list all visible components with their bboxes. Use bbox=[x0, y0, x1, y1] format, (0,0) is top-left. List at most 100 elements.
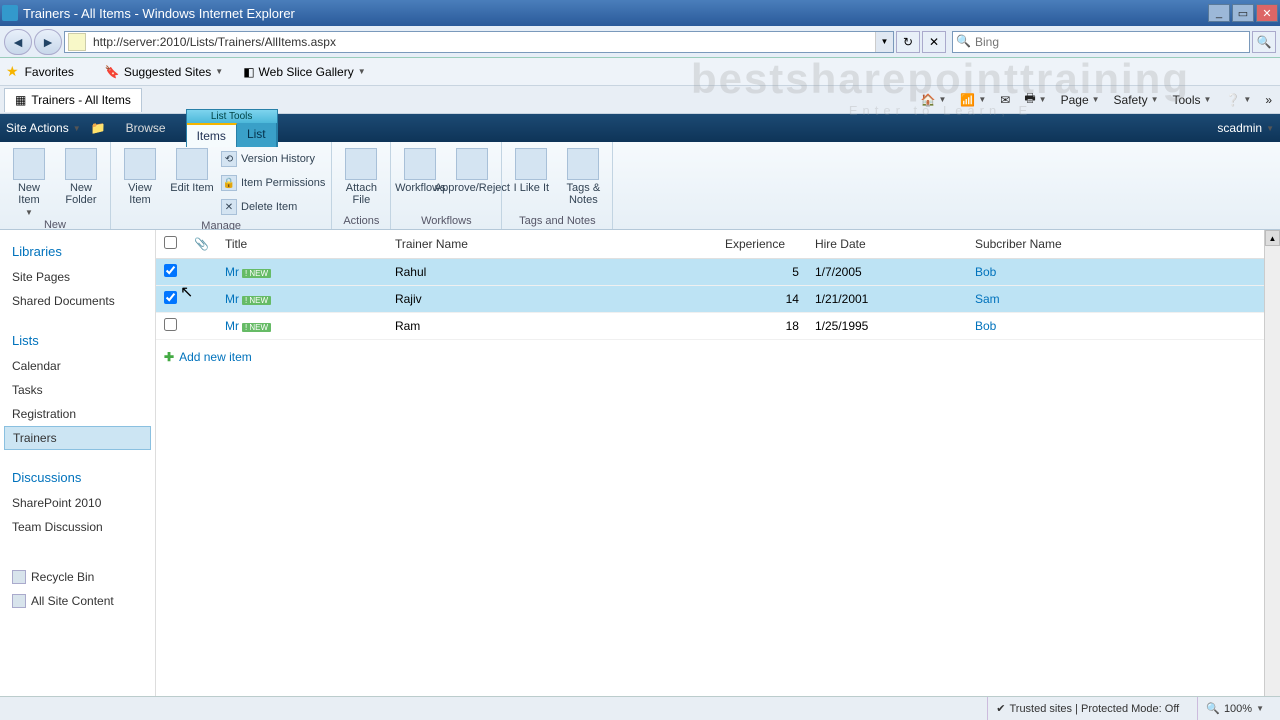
items-tab[interactable]: Items bbox=[187, 123, 237, 147]
nav-tasks[interactable]: Tasks bbox=[0, 378, 155, 402]
view-item-icon bbox=[124, 148, 156, 180]
browse-tab[interactable]: Browse bbox=[116, 115, 176, 141]
search-go-button[interactable]: 🔍 bbox=[1252, 31, 1276, 53]
status-bar: ✔Trusted sites | Protected Mode: Off 🔍 1… bbox=[0, 696, 1280, 720]
user-menu[interactable]: scadmin ▼ bbox=[1217, 121, 1274, 135]
version-history-button[interactable]: ⟲Version History bbox=[221, 148, 325, 170]
nav-all-site-content[interactable]: All Site Content bbox=[0, 589, 155, 613]
nav-trainers[interactable]: Trainers bbox=[4, 426, 151, 450]
subscriber-link[interactable]: Bob bbox=[975, 265, 996, 279]
workflows-icon bbox=[404, 148, 436, 180]
search-input[interactable] bbox=[975, 35, 1249, 49]
attach-icon bbox=[345, 148, 377, 180]
nav-site-pages[interactable]: Site Pages bbox=[0, 265, 155, 289]
cell-hire-date: 1/21/2001 bbox=[807, 286, 967, 313]
item-title-link[interactable]: Mr bbox=[225, 265, 239, 279]
more-commands-button[interactable]: » bbox=[1261, 91, 1276, 109]
bing-icon: 🔍 bbox=[956, 34, 972, 50]
item-permissions-button[interactable]: 🔒Item Permissions bbox=[221, 172, 325, 194]
readmail-button[interactable]: ✉ bbox=[996, 91, 1014, 109]
help-button[interactable]: ❔▼ bbox=[1221, 91, 1255, 109]
new-folder-icon bbox=[65, 148, 97, 180]
address-dropdown[interactable]: ▼ bbox=[875, 32, 893, 52]
col-subscriber-name[interactable]: Subcriber Name bbox=[967, 230, 1280, 259]
col-trainer-name[interactable]: Trainer Name bbox=[387, 230, 717, 259]
vertical-scrollbar[interactable]: ▲ bbox=[1264, 230, 1280, 696]
favorites-bar: ★ Favorites 🔖 Suggested Sites ▼ ◧ Web Sl… bbox=[0, 58, 1280, 86]
close-button[interactable]: ✕ bbox=[1256, 4, 1278, 22]
feeds-button[interactable]: 📶 ▼ bbox=[956, 91, 990, 109]
ribbon-group-tags: Tags and Notes bbox=[508, 213, 606, 227]
edit-item-button[interactable]: Edit Item bbox=[169, 144, 215, 194]
item-title-link[interactable]: Mr bbox=[225, 292, 239, 306]
security-zone: ✔Trusted sites | Protected Mode: Off bbox=[987, 697, 1187, 720]
nav-lists-header[interactable]: Lists bbox=[0, 327, 155, 354]
nav-calendar[interactable]: Calendar bbox=[0, 354, 155, 378]
zoom-level[interactable]: 🔍 100% ▼ bbox=[1197, 697, 1272, 720]
refresh-button[interactable]: ↻ bbox=[896, 31, 920, 53]
nav-shared-documents[interactable]: Shared Documents bbox=[0, 289, 155, 313]
like-button[interactable]: I Like It bbox=[508, 144, 554, 194]
url-input[interactable] bbox=[89, 33, 875, 51]
stop-button[interactable]: ✕ bbox=[922, 31, 946, 53]
page-menu[interactable]: Page ▼ bbox=[1057, 91, 1104, 109]
delete-item-button[interactable]: ✕Delete Item bbox=[221, 196, 325, 218]
select-all-checkbox[interactable] bbox=[164, 236, 177, 249]
nav-registration[interactable]: Registration bbox=[0, 402, 155, 426]
web-slice-gallery-link[interactable]: ◧ Web Slice Gallery ▼ bbox=[236, 62, 372, 82]
subscriber-link[interactable]: Sam bbox=[975, 292, 1000, 306]
tools-menu[interactable]: Tools ▼ bbox=[1169, 91, 1216, 109]
nav-team-discussion[interactable]: Team Discussion bbox=[0, 515, 155, 539]
table-row[interactable]: Mr! NEWRam181/25/1995Bob bbox=[156, 313, 1280, 340]
site-actions-menu[interactable]: Site Actions▼ bbox=[6, 121, 81, 135]
favorites-star-icon[interactable]: ★ bbox=[6, 63, 19, 80]
search-box[interactable]: 🔍 bbox=[952, 31, 1250, 53]
item-title-link[interactable]: Mr bbox=[225, 319, 239, 333]
nav-libraries-header[interactable]: Libraries bbox=[0, 238, 155, 265]
forward-button[interactable]: ► bbox=[34, 29, 62, 55]
browser-tab[interactable]: ▦ Trainers - All Items bbox=[4, 88, 142, 112]
chevron-down-icon: ▼ bbox=[215, 67, 223, 76]
ribbon-group-workflows: Workflows bbox=[397, 213, 495, 227]
home-button[interactable]: 🏠 ▼ bbox=[917, 91, 951, 109]
attachment-icon: 📎 bbox=[194, 237, 209, 251]
chevron-down-icon: ▼ bbox=[358, 67, 366, 76]
table-row[interactable]: Mr! NEWRahul51/7/2005Bob bbox=[156, 259, 1280, 286]
list-table: 📎 Title Trainer Name Experience Hire Dat… bbox=[156, 230, 1280, 340]
favorites-label[interactable]: Favorites bbox=[25, 65, 74, 79]
back-button[interactable]: ◄ bbox=[4, 29, 32, 55]
subscriber-link[interactable]: Bob bbox=[975, 319, 996, 333]
new-item-icon bbox=[13, 148, 45, 180]
col-hire-date[interactable]: Hire Date bbox=[807, 230, 967, 259]
table-header-row: 📎 Title Trainer Name Experience Hire Dat… bbox=[156, 230, 1280, 259]
print-button[interactable]: 🖶 ▼ bbox=[1020, 87, 1050, 112]
maximize-button[interactable]: ▭ bbox=[1232, 4, 1254, 22]
minimize-button[interactable]: _ bbox=[1208, 4, 1230, 22]
approve-reject-button[interactable]: Approve/Reject bbox=[449, 144, 495, 194]
tags-notes-button[interactable]: Tags & Notes bbox=[560, 144, 606, 206]
address-bar[interactable]: ▼ bbox=[64, 31, 894, 53]
list-tab[interactable]: List bbox=[237, 123, 277, 147]
list-tools-group: List Tools Items List bbox=[186, 109, 278, 147]
web-slice-icon: ◧ bbox=[243, 65, 254, 79]
nav-recycle-bin[interactable]: Recycle Bin bbox=[0, 565, 155, 589]
new-folder-button[interactable]: New Folder bbox=[58, 144, 104, 206]
cell-trainer: Rajiv bbox=[387, 286, 717, 313]
table-row[interactable]: Mr! NEWRajiv141/21/2001Sam bbox=[156, 286, 1280, 313]
safety-menu[interactable]: Safety ▼ bbox=[1110, 91, 1163, 109]
scroll-up-button[interactable]: ▲ bbox=[1265, 230, 1280, 246]
add-new-item-link[interactable]: ✚ Add new item bbox=[156, 340, 1280, 374]
new-item-button[interactable]: New Item▼ bbox=[6, 144, 52, 217]
nav-discussions-header[interactable]: Discussions bbox=[0, 464, 155, 491]
nav-sharepoint-2010[interactable]: SharePoint 2010 bbox=[0, 491, 155, 515]
row-checkbox[interactable] bbox=[164, 318, 177, 331]
col-experience[interactable]: Experience bbox=[717, 230, 807, 259]
attach-file-button[interactable]: Attach File bbox=[338, 144, 384, 206]
row-checkbox[interactable] bbox=[164, 291, 177, 304]
suggested-sites-link[interactable]: 🔖 Suggested Sites ▼ bbox=[98, 62, 230, 82]
navigate-up-icon[interactable]: 📁 bbox=[91, 121, 106, 135]
new-badge: ! NEW bbox=[242, 323, 271, 332]
row-checkbox[interactable] bbox=[164, 264, 177, 277]
col-title[interactable]: Title bbox=[217, 230, 387, 259]
view-item-button[interactable]: View Item bbox=[117, 144, 163, 206]
